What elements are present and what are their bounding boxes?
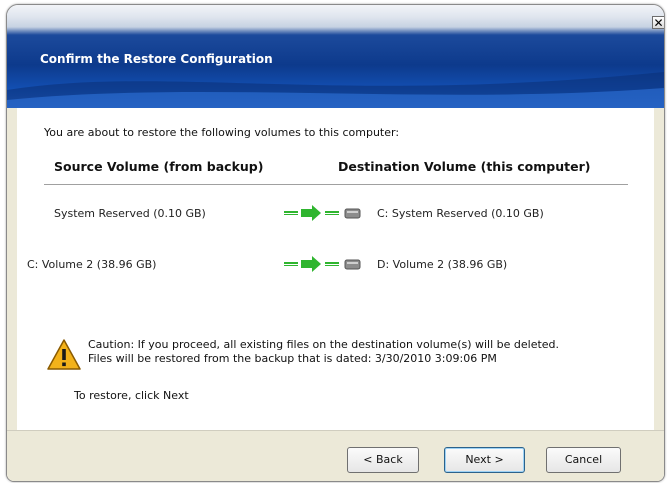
destination-volume-1: C: System Reserved (0.10 GB) — [377, 207, 544, 220]
back-button[interactable]: < Back — [347, 447, 419, 473]
dialog-header-banner: Confirm the Restore Configuration ✕ — [7, 5, 664, 108]
source-volume-2: C: Volume 2 (38.96 GB) — [27, 258, 157, 271]
dialog-title: Confirm the Restore Configuration — [40, 52, 273, 66]
source-volume-header: Source Volume (from backup) — [54, 159, 264, 174]
restore-dialog: Confirm the Restore Configuration ✕ You … — [6, 4, 665, 482]
restore-mapping-1 — [284, 204, 364, 222]
caution-message: Caution: If you proceed, all existing fi… — [88, 338, 559, 366]
caution-line-1: Caution: If you proceed, all existing fi… — [88, 338, 560, 351]
header-divider — [44, 184, 628, 185]
header-wave-decoration — [7, 72, 664, 108]
close-button[interactable]: ✕ — [652, 16, 664, 29]
warning-triangle-icon — [47, 339, 81, 370]
caution-line-2: Files will be restored from the backup t… — [88, 352, 497, 365]
hard-drive-icon — [344, 208, 361, 219]
green-arrow-icon — [284, 256, 339, 272]
cancel-button[interactable]: Cancel — [546, 447, 621, 473]
destination-volume-header: Destination Volume (this computer) — [338, 159, 591, 174]
frame-right — [654, 108, 664, 430]
green-arrow-icon — [284, 205, 339, 221]
source-volume-1: System Reserved (0.10 GB) — [54, 207, 206, 220]
next-button[interactable]: Next > — [444, 447, 525, 473]
destination-volume-2: D: Volume 2 (38.96 GB) — [377, 258, 508, 271]
restore-mapping-2 — [284, 255, 364, 273]
intro-text: You are about to restore the following v… — [44, 126, 400, 139]
frame-left — [7, 108, 17, 430]
hard-drive-icon — [344, 259, 361, 270]
restore-hint: To restore, click Next — [74, 389, 189, 402]
